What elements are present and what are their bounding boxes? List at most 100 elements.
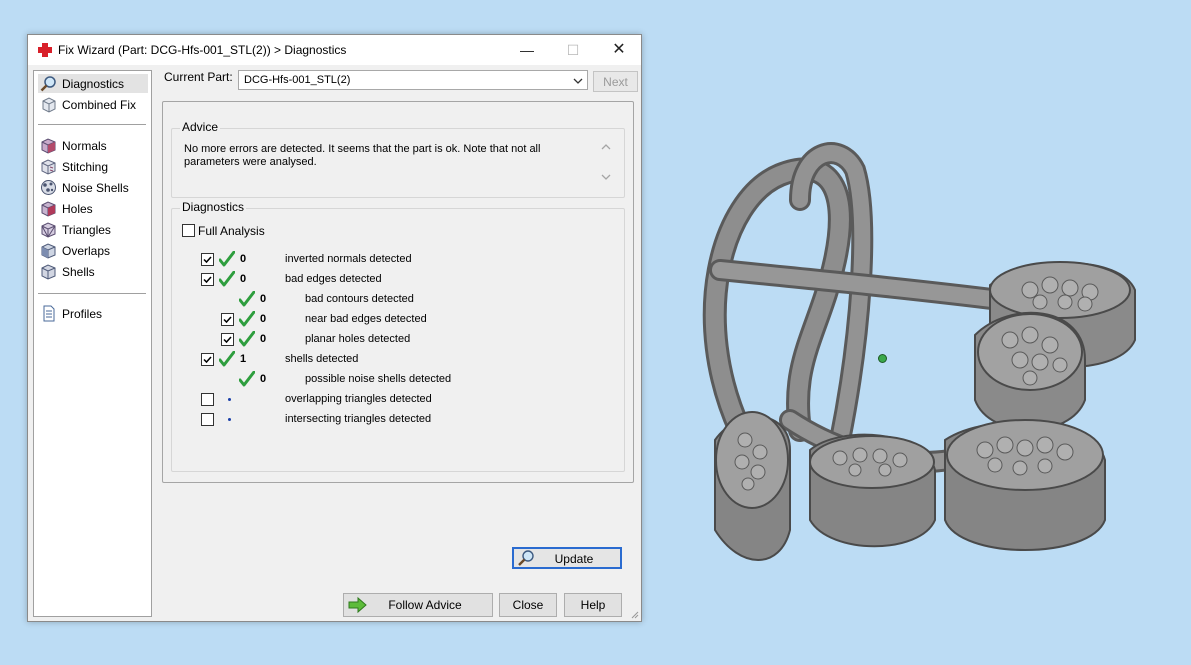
ok-check-icon bbox=[239, 291, 255, 307]
settings-group bbox=[714, 261, 1136, 561]
advice-group: Advice No more errors are detected. It s… bbox=[171, 120, 625, 198]
scroll-up-icon[interactable] bbox=[601, 143, 611, 151]
diagnostic-checkbox[interactable] bbox=[201, 393, 214, 406]
follow-advice-button[interactable]: Follow Advice bbox=[343, 593, 493, 617]
minimize-button[interactable]: — bbox=[504, 35, 550, 65]
diagnostic-checkbox[interactable] bbox=[221, 333, 234, 346]
sidebar-item-overlaps[interactable]: Overlaps bbox=[38, 241, 148, 260]
sidebar-item-label: Normals bbox=[62, 139, 107, 153]
unknown-status-dot bbox=[228, 418, 231, 421]
checkmark-icon bbox=[223, 336, 232, 344]
checkmark-icon bbox=[203, 256, 212, 264]
current-part-label: Current Part: bbox=[164, 70, 233, 84]
ok-check-icon bbox=[239, 311, 255, 327]
overlaps-cube-icon bbox=[41, 243, 56, 259]
sidebar-item-label: Combined Fix bbox=[62, 98, 137, 112]
checkmark-icon bbox=[203, 356, 212, 364]
fix-wizard-window: Fix Wizard (Part: DCG-Hfs-001_STL(2)) > … bbox=[27, 34, 642, 622]
stitching-cube-icon bbox=[41, 159, 56, 175]
update-label: Update bbox=[554, 552, 594, 566]
diagnostic-count: 0 bbox=[260, 373, 267, 385]
3d-model-viewport[interactable] bbox=[700, 140, 1150, 580]
pivot-marker bbox=[878, 354, 887, 363]
help-button[interactable]: Help bbox=[564, 593, 622, 617]
scroll-down-icon[interactable] bbox=[601, 173, 611, 181]
follow-advice-label: Follow Advice bbox=[388, 598, 462, 612]
diagnostics-group: Diagnostics Full Analysis 0 inverted norm… bbox=[171, 200, 625, 569]
sidebar-item-triangles[interactable]: Triangles bbox=[38, 220, 148, 239]
magnifier-icon bbox=[40, 76, 56, 92]
sidebar-divider bbox=[38, 293, 146, 294]
diagnostic-checkbox[interactable] bbox=[201, 413, 214, 426]
diagnostic-label: possible noise shells detected bbox=[305, 373, 452, 385]
noise-shells-icon bbox=[41, 180, 56, 195]
update-button[interactable]: Update bbox=[512, 547, 622, 569]
sidebar-item-noise-shells[interactable]: Noise Shells bbox=[38, 178, 148, 197]
holes-cube-icon bbox=[41, 201, 56, 217]
green-arrow-icon bbox=[348, 596, 367, 614]
close-button[interactable]: Close bbox=[499, 593, 557, 617]
current-part-select[interactable]: DCG-Hfs-001_STL(2) bbox=[238, 70, 588, 90]
diagnostic-checkbox[interactable] bbox=[201, 273, 214, 286]
diagnostic-checkbox[interactable] bbox=[201, 253, 214, 266]
diagnostics-title: Diagnostics bbox=[180, 200, 247, 214]
close-window-button[interactable]: ✕ bbox=[596, 35, 642, 65]
ok-check-icon bbox=[239, 371, 255, 387]
diagnostic-label: bad edges detected bbox=[285, 273, 382, 285]
diagnostic-count: 1 bbox=[240, 353, 247, 365]
unknown-status-dot bbox=[228, 398, 231, 401]
diagnostic-label: shells detected bbox=[285, 353, 359, 365]
advice-text: No more errors are detected. It seems th… bbox=[184, 143, 541, 168]
checkmark-icon bbox=[223, 316, 232, 324]
sidebar-item-label: Profiles bbox=[62, 307, 103, 321]
sidebar-item-label: Overlaps bbox=[62, 244, 111, 258]
chevron-down-icon bbox=[573, 78, 583, 84]
sidebar-item-label: Triangles bbox=[62, 223, 111, 237]
advice-scrollbar[interactable] bbox=[600, 143, 614, 187]
diagnostic-count: 0 bbox=[260, 333, 267, 345]
diagnostic-label: inverted normals detected bbox=[285, 253, 412, 265]
main-panel: Advice No more errors are detected. It s… bbox=[162, 101, 634, 569]
diagnostic-checkbox[interactable] bbox=[201, 353, 214, 366]
sidebar-item-shells[interactable]: Shells bbox=[38, 262, 148, 281]
ok-check-icon bbox=[219, 251, 235, 267]
sidebar-item-normals[interactable]: Normals bbox=[38, 136, 148, 155]
sidebar-item-profiles[interactable]: Profiles bbox=[38, 304, 148, 323]
sidebar-item-label: Holes bbox=[62, 202, 93, 216]
sidebar-divider bbox=[38, 124, 146, 125]
sidebar-item-combined-fix[interactable]: Combined Fix bbox=[38, 95, 148, 114]
window-title: Fix Wizard (Part: DCG-Hfs-001_STL(2)) > … bbox=[58, 43, 347, 57]
cube-icon bbox=[42, 97, 56, 113]
ok-check-icon bbox=[219, 351, 235, 367]
current-part-value: DCG-Hfs-001_STL(2) bbox=[244, 74, 351, 86]
sidebar-item-label: Diagnostics bbox=[62, 77, 125, 91]
resize-grip-icon[interactable] bbox=[629, 609, 639, 619]
ok-check-icon bbox=[219, 271, 235, 287]
sidebar-item-label: Stitching bbox=[62, 160, 109, 174]
diagnostic-count: 0 bbox=[260, 293, 267, 305]
sidebar-item-label: Shells bbox=[62, 265, 95, 279]
maximize-button[interactable]: ☐ bbox=[550, 35, 596, 65]
ok-check-icon bbox=[239, 331, 255, 347]
normals-cube-icon bbox=[41, 138, 56, 154]
diagnostic-label: bad contours detected bbox=[305, 293, 414, 305]
sidebar-item-holes[interactable]: Holes bbox=[38, 199, 148, 218]
sidebar-item-label: Noise Shells bbox=[62, 181, 129, 195]
diagnostic-label: planar holes detected bbox=[305, 333, 411, 345]
diagnostic-count: 0 bbox=[260, 313, 267, 325]
sidebar-item-diagnostics[interactable]: Diagnostics bbox=[38, 74, 148, 93]
document-icon bbox=[43, 305, 55, 322]
advice-title: Advice bbox=[180, 120, 221, 134]
full-analysis-checkbox[interactable] bbox=[182, 224, 195, 237]
shells-cube-icon bbox=[41, 264, 56, 280]
diagnostic-count: 0 bbox=[240, 273, 247, 285]
sidebar-item-stitching[interactable]: Stitching bbox=[38, 157, 148, 176]
next-button[interactable]: Next bbox=[593, 71, 638, 92]
title-bar: Fix Wizard (Part: DCG-Hfs-001_STL(2)) > … bbox=[28, 35, 641, 65]
checkmark-icon bbox=[203, 276, 212, 284]
red-cross-icon bbox=[38, 43, 52, 57]
diagnostic-checkbox[interactable] bbox=[221, 313, 234, 326]
diagnostic-label: near bad edges detected bbox=[305, 313, 427, 325]
diagnostic-count: 0 bbox=[240, 253, 247, 265]
full-analysis-label: Full Analysis bbox=[198, 224, 265, 238]
